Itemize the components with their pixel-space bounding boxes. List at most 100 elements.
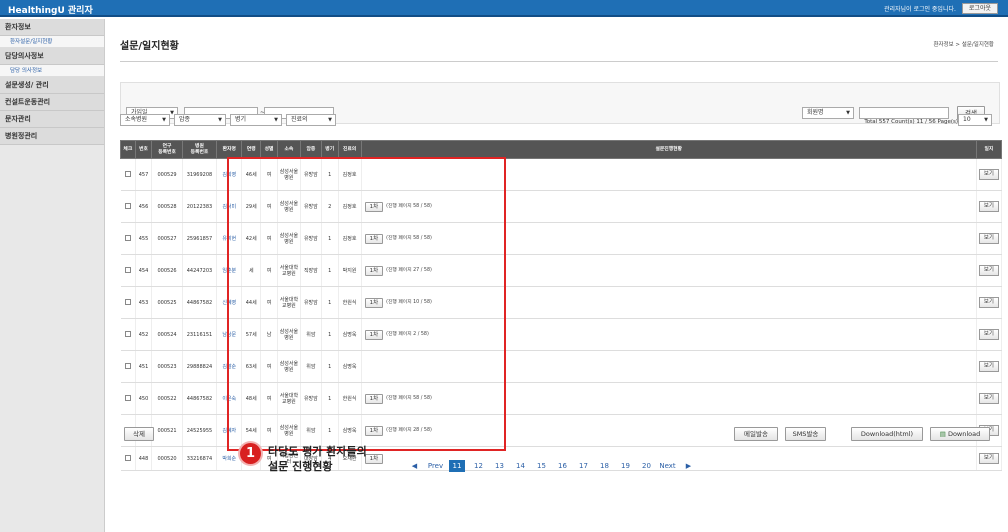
row-checkbox[interactable] — [124, 234, 131, 241]
download-html-button[interactable]: Download(html) — [851, 427, 923, 441]
sidebar-subitem[interactable]: 담당 의사정보 — [0, 65, 104, 77]
chevron-down-icon: ▼ — [162, 117, 166, 123]
page-link[interactable]: 19 — [615, 462, 636, 470]
column-header: 연령 — [241, 140, 262, 159]
breadcrumb: 환자정보 > 설문/일지현황 — [933, 42, 994, 48]
view-diary-button[interactable]: 보기 — [978, 265, 999, 276]
delete-button[interactable]: 삭제 — [124, 427, 154, 441]
sidebar-group[interactable]: 문자관리 — [0, 111, 104, 128]
row-check-cell — [120, 286, 136, 319]
column-header: 병기 — [320, 140, 339, 159]
survey-round-button[interactable]: 1차 — [364, 453, 384, 464]
view-diary-button[interactable]: 보기 — [978, 297, 999, 308]
view-diary-button[interactable]: 보기 — [978, 361, 999, 372]
next-link[interactable]: Next — [657, 462, 678, 470]
study-reg-no: 000526 — [151, 254, 183, 287]
hospital-reg-no: 24525955 — [182, 414, 218, 447]
view-diary-button[interactable]: 보기 — [978, 329, 999, 340]
doctor-select[interactable]: 진료의 ▼ — [286, 114, 336, 126]
sidebar-group[interactable]: 병원정관리 — [0, 128, 104, 145]
stage-select[interactable]: 병기 ▼ — [230, 114, 282, 126]
sidebar: 환자정보 환자설문/일지현황 담당의사정보 담당 의사정보 설문생성/ 관리 컨설트운동관… — [0, 19, 105, 532]
sidebar-group[interactable]: 환자정보 — [0, 19, 104, 36]
row-number: 456 — [135, 190, 153, 223]
column-header: 체크 — [120, 140, 136, 159]
hospital-select[interactable]: 소속병원 ▼ — [120, 114, 170, 126]
page-link[interactable]: 17 — [573, 462, 594, 470]
hospital-reg-no: 29888824 — [182, 350, 218, 383]
study-reg-no: 000522 — [151, 382, 183, 415]
row-checkbox[interactable] — [124, 202, 131, 209]
sidebar-subitem[interactable]: 환자설문/일지현황 — [0, 36, 104, 48]
page-link[interactable]: 18 — [594, 462, 615, 470]
search-type-select[interactable]: 회원명 ▼ — [802, 107, 854, 119]
hospital-value: 소속병원 — [125, 116, 148, 123]
row-checkbox[interactable] — [124, 454, 131, 461]
patient-name-link[interactable]: 박희순 — [222, 456, 236, 462]
divider — [120, 61, 998, 62]
sidebar-group[interactable]: 컨설트운동관리 — [0, 94, 104, 111]
total-count: Total 557 Count(s) 11 / 56 Page(s) — [864, 119, 958, 125]
row-check-cell — [120, 318, 136, 351]
sidebar-group[interactable]: 설문생성/ 관리 — [0, 77, 104, 94]
row-number: 448 — [135, 446, 153, 471]
hospital-reg-no: 44867582 — [182, 286, 218, 319]
next-arrow-icon[interactable]: ▶ — [678, 462, 699, 470]
chevron-down-icon: ▼ — [218, 117, 222, 123]
page-current[interactable]: 11 — [449, 460, 465, 472]
diary-cell: 보기 — [976, 446, 1003, 471]
page-title: 설문/일지현황 — [120, 41, 179, 52]
page-link[interactable]: 14 — [510, 462, 531, 470]
sms-button[interactable]: SMS발송 — [785, 427, 826, 441]
view-diary-button[interactable]: 보기 — [978, 453, 999, 464]
view-diary-button[interactable]: 보기 — [978, 201, 999, 212]
diary-cell: 보기 — [976, 190, 1003, 223]
search-input[interactable] — [859, 107, 949, 119]
page-link[interactable]: 13 — [489, 462, 510, 470]
brand-logo: HealthingU 관리자 — [8, 6, 93, 16]
cancer-select[interactable]: 암종 ▼ — [174, 114, 226, 126]
hospital-reg-no: 20122383 — [182, 190, 218, 223]
view-diary-button[interactable]: 보기 — [978, 393, 999, 404]
page-link[interactable]: 20 — [636, 462, 657, 470]
diary-cell: 보기 — [976, 350, 1003, 383]
page-link[interactable]: 12 — [468, 462, 489, 470]
page-size-value: 10 — [963, 116, 971, 123]
column-header: 암종 — [299, 140, 322, 159]
hospital-reg-no: 44867582 — [182, 382, 218, 415]
diary-cell: 보기 — [976, 382, 1003, 415]
row-checkbox[interactable] — [124, 170, 131, 177]
row-number: 451 — [135, 350, 153, 383]
diary-cell: 보기 — [976, 254, 1003, 287]
row-checkbox[interactable] — [124, 298, 131, 305]
diary-cell: 보기 — [976, 318, 1003, 351]
row-check-cell — [120, 350, 136, 383]
study-reg-no: 000525 — [151, 286, 183, 319]
sidebar-group[interactable]: 담당의사정보 — [0, 48, 104, 65]
view-diary-button[interactable]: 보기 — [978, 169, 999, 180]
row-number: 453 — [135, 286, 153, 319]
row-check-cell — [120, 222, 136, 255]
row-checkbox[interactable] — [124, 266, 131, 273]
row-checkbox[interactable] — [124, 394, 131, 401]
callout-number: 1 — [240, 443, 261, 464]
row-checkbox[interactable] — [124, 362, 131, 369]
study-reg-no: 000528 — [151, 190, 183, 223]
study-reg-no: 000529 — [151, 158, 183, 191]
table-header: 체크 번호 연구 등록번호 병원 등록번호 환자명 연령 성별 소속 암종 병기 진료의 설문진행현황 일지 — [120, 140, 1003, 159]
row-check-cell — [120, 158, 136, 191]
column-header: 일지 — [975, 140, 1003, 159]
prev-link[interactable]: Prev — [425, 462, 446, 470]
view-diary-button[interactable]: 보기 — [978, 233, 999, 244]
page-link[interactable]: 16 — [552, 462, 573, 470]
row-checkbox[interactable] — [124, 330, 131, 337]
mail-button[interactable]: 메일발송 — [734, 427, 778, 441]
download-button[interactable]: ▤ Download — [930, 427, 990, 441]
page-size-select[interactable]: 10 ▼ — [958, 114, 992, 126]
logout-button[interactable]: 로그아웃 — [961, 3, 998, 14]
page-link[interactable]: 15 — [531, 462, 552, 470]
prev-arrow-icon[interactable]: ◀ — [404, 462, 425, 470]
chevron-down-icon: ▼ — [328, 117, 332, 123]
top-right: 관리자님이 로그인 중입니다. 로그아웃 — [884, 3, 998, 14]
callout-line-2: 설문 진행현황 — [268, 460, 333, 473]
